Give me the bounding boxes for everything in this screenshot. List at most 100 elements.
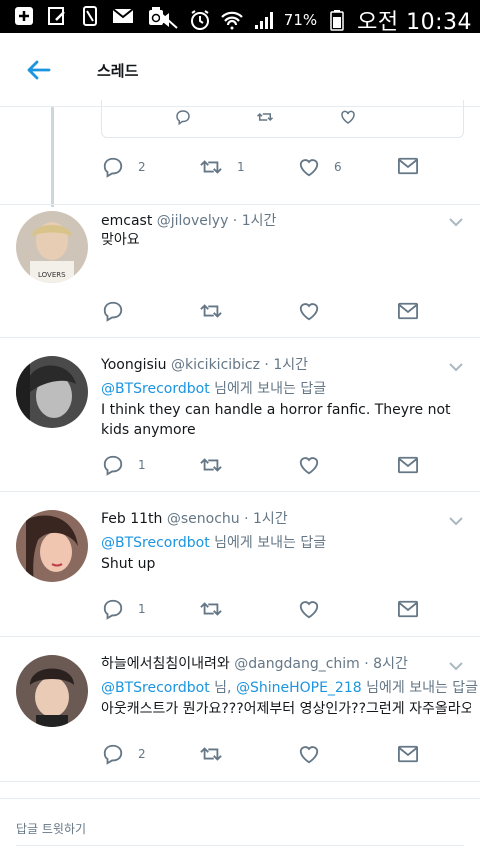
page-title: 스레드: [97, 62, 139, 80]
tweet-item[interactable]: LOVERS emcast @jilovelyy · 1시간 맞아요: [0, 205, 480, 338]
quoted-tweet-card[interactable]: [101, 100, 464, 138]
tweet-text: Shut up: [101, 556, 156, 572]
replying-to: @BTSrecordbot 님, @ShineHOPE_218 님에게 보내는 …: [101, 677, 478, 697]
tweet-text: I think they can handle a horror fanfic.…: [101, 402, 451, 438]
like-icon: [341, 110, 355, 124]
back-arrow-icon: [27, 60, 51, 80]
wifi-icon: [220, 9, 244, 31]
tweet-item[interactable]: Feb 11th @senochu · 1시간 @BTSrecordbot 님에…: [0, 492, 480, 637]
tweet-header: emcast @jilovelyy · 1시간: [101, 210, 276, 230]
retweet-icon: [200, 458, 222, 472]
status-clock: 오전 10:34: [357, 10, 472, 35]
like-button[interactable]: 6: [298, 156, 342, 178]
reply-button[interactable]: 1: [102, 598, 146, 620]
display-name[interactable]: emcast: [101, 213, 152, 229]
mail-icon: [398, 456, 418, 474]
retweet-button[interactable]: [199, 300, 223, 322]
like-icon: [299, 746, 319, 764]
replying-to: @BTSrecordbot 님에게 보내는 답글: [101, 378, 326, 398]
dm-button[interactable]: [397, 455, 419, 475]
retweet-icon: [200, 747, 222, 761]
mail-icon: [398, 745, 418, 763]
like-count: 6: [334, 160, 342, 174]
mute-icon: [156, 9, 180, 31]
handle-time: @kicikicibicz · 1시간: [170, 357, 308, 373]
mail-icon: [111, 5, 135, 27]
avatar[interactable]: [16, 655, 88, 727]
retweet-icon: [256, 112, 274, 122]
avatar[interactable]: [16, 356, 88, 428]
handle-time: @jilovelyy · 1시간: [156, 213, 277, 229]
display-name[interactable]: 하늘에서침침이내려와: [101, 656, 230, 672]
reply-count: 1: [138, 602, 146, 616]
phone-icon: [78, 5, 102, 27]
dm-button[interactable]: [397, 156, 419, 176]
battery-icon: [325, 9, 349, 31]
mention-link[interactable]: @BTSrecordbot: [101, 381, 210, 397]
back-button[interactable]: [22, 55, 54, 85]
reply-button[interactable]: 2: [102, 156, 146, 178]
like-button[interactable]: [298, 300, 320, 322]
like-icon: [299, 159, 319, 177]
svg-text:LOVERS: LOVERS: [38, 271, 66, 279]
retweet-icon: [200, 602, 222, 616]
battery-percent: 71%: [283, 11, 318, 29]
mail-icon: [398, 600, 418, 618]
mention-link[interactable]: @BTSrecordbot: [101, 680, 210, 696]
signal-icon: [252, 9, 276, 31]
chevron-down-icon[interactable]: [448, 516, 464, 526]
mail-icon: [398, 302, 418, 320]
divider: [16, 845, 464, 846]
alarm-icon: [188, 9, 212, 31]
tweet-item[interactable]: Yoongisiu @kicikicibicz · 1시간 @BTSrecord…: [0, 338, 480, 492]
like-icon: [299, 303, 319, 321]
display-name[interactable]: Feb 11th: [101, 511, 162, 527]
reply-suffix: 님에게 보내는 답글: [361, 680, 479, 696]
avatar[interactable]: [16, 510, 88, 582]
reply-count: 2: [138, 160, 146, 174]
tweet-item[interactable]: 하늘에서침침이내려와 @dangdang_chim · 8시간 @BTSreco…: [0, 637, 480, 782]
app-header: 스레드: [0, 33, 480, 107]
chevron-down-icon[interactable]: [448, 362, 464, 372]
mention-link[interactable]: @BTSrecordbot: [101, 535, 210, 551]
chevron-down-icon[interactable]: [448, 217, 464, 227]
display-name[interactable]: Yoongisiu: [101, 357, 167, 373]
retweet-button[interactable]: [199, 743, 223, 765]
reply-tweet-input[interactable]: 답글 트윗하기: [16, 820, 86, 837]
reply-button[interactable]: 2: [102, 743, 146, 765]
retweet-button[interactable]: [199, 454, 223, 476]
like-button[interactable]: [298, 454, 320, 476]
reply-icon: [103, 157, 123, 178]
like-button[interactable]: [298, 743, 320, 765]
retweet-button[interactable]: 1: [199, 156, 245, 178]
handle-time: @dangdang_chim · 8시간: [234, 656, 408, 672]
reply-suffix: 님에게 보내는 답글: [209, 381, 327, 397]
chevron-down-icon[interactable]: [448, 661, 464, 671]
dm-button[interactable]: [397, 301, 419, 321]
mail-icon: [398, 157, 418, 175]
mention-link[interactable]: @ShineHOPE_218: [236, 680, 362, 696]
reply-icon: [103, 599, 123, 620]
like-button[interactable]: [298, 598, 320, 620]
reply-count: 1: [138, 458, 146, 472]
plus-icon: [12, 5, 36, 27]
reply-composer-bar: 답글 트윗하기: [0, 798, 480, 853]
dm-button[interactable]: [397, 744, 419, 764]
retweet-button[interactable]: [199, 598, 223, 620]
retweet-count: 1: [237, 160, 245, 174]
tweet-header: Yoongisiu @kicikicibicz · 1시간: [101, 354, 308, 374]
retweet-icon: [200, 160, 222, 174]
like-icon: [299, 457, 319, 475]
dm-button[interactable]: [397, 599, 419, 619]
tweet-header: 하늘에서침침이내려와 @dangdang_chim · 8시간: [101, 653, 408, 673]
avatar[interactable]: LOVERS: [16, 211, 88, 283]
replying-to: @BTSrecordbot 님에게 보내는 답글: [101, 532, 326, 552]
reply-button[interactable]: 1: [102, 454, 146, 476]
edit-icon: [45, 5, 69, 27]
tweet-text: 아웃캐스트가 뭔가요???어제부터 영상인가??그런게 자주올라오던뎅...: [101, 701, 471, 717]
reply-icon: [103, 301, 123, 322]
reply-button[interactable]: [102, 300, 124, 322]
handle-time: @senochu · 1시간: [166, 511, 288, 527]
reply-icon: [103, 455, 123, 476]
reply-separator: 님,: [209, 680, 236, 696]
